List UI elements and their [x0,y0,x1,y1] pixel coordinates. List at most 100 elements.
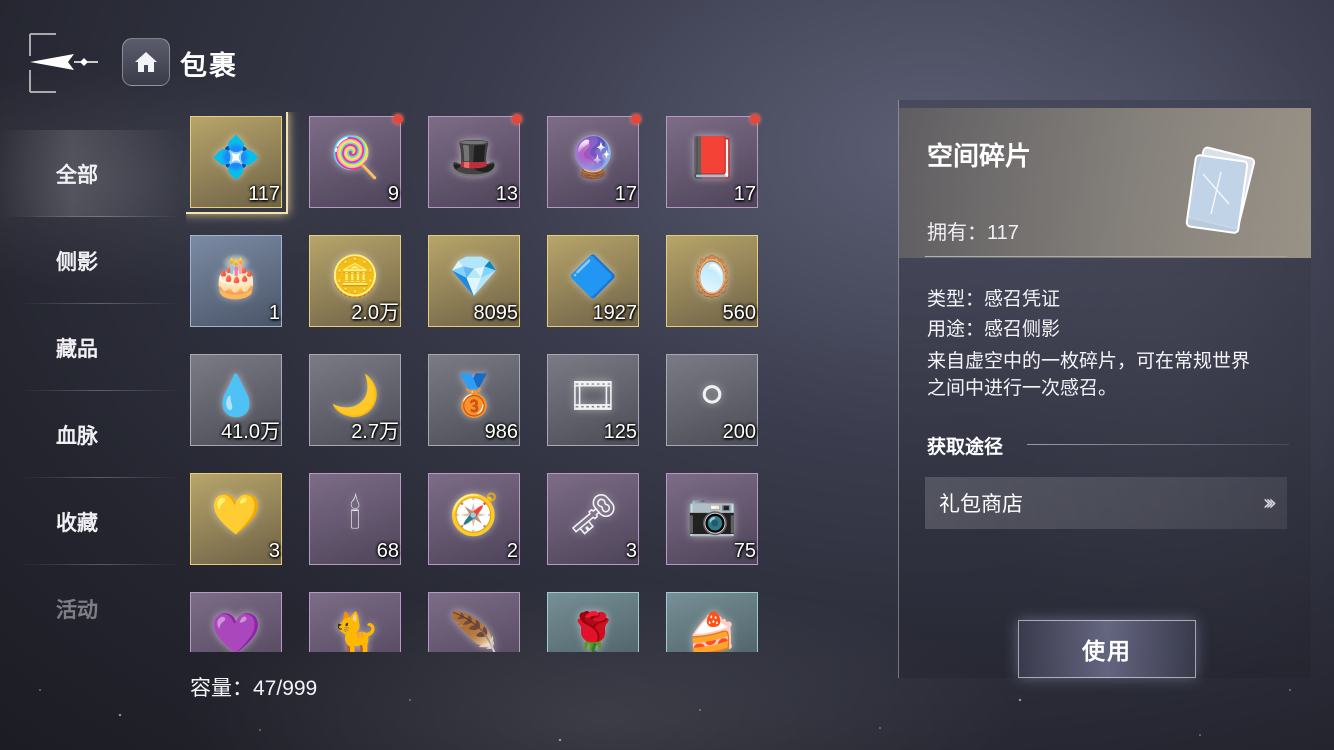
inventory-item[interactable]: 🎩 13 [424,112,524,212]
item-quantity: 17 [614,183,637,205]
use-button-label: 使用 [1082,638,1132,665]
item-quantity: 13 [495,183,518,205]
item-quantity: 117 [248,183,280,205]
inventory-item[interactable]: 📕 17 [662,112,762,212]
tab-silhouette[interactable]: 侧影 [0,217,180,304]
inventory-item[interactable]: 💎 8095 [424,231,524,331]
tab-label: 血脉 [56,422,98,448]
item-usage: 用途：感召侧影 [927,319,1061,340]
inventory-item[interactable]: ⚪ 200 [662,350,762,450]
item-icon: 💎 [449,254,499,300]
inventory-item[interactable]: 🪞 560 [662,231,762,331]
inventory-item[interactable]: 🌹 [543,588,643,652]
inventory-item[interactable]: 🗝 3 [543,469,643,569]
category-tabs: 全部 侧影 藏品 血脉 收藏 活动 [0,130,180,652]
item-icon: 🪶 [449,611,499,652]
item-icon: 🗝 [567,492,619,538]
tab-label: 全部 [56,161,98,187]
inventory-item[interactable]: 🌙 2.7万 [305,350,405,450]
inventory-item[interactable]: 💜 [186,588,286,652]
item-quantity: 68 [376,540,399,562]
item-icon: ⚪ [695,373,729,419]
use-button[interactable]: 使用 [1018,620,1196,678]
item-icon: 📷 [687,492,737,538]
item-icon: 🎂 [211,254,261,300]
inventory-item[interactable]: 🥉 986 [424,350,524,450]
item-icon: 🔮 [568,135,618,181]
inventory-item[interactable]: 🔮 17 [543,112,643,212]
inventory-grid[interactable]: 💠 117 🍭 9 🎩 13 🔮 17 📕 17 🎂 1 🪙 2.0万 💎 8095 🔷 1927 🪞 560 💧 41.… [186,112,776,652]
item-quantity: 17 [733,183,756,205]
inventory-item[interactable]: 🎞 125 [543,350,643,450]
source-title: 获取途径 [927,437,1004,458]
back-button[interactable] [22,28,102,98]
item-quantity: 986 [484,421,518,443]
inventory-item[interactable]: 🪙 2.0万 [305,231,405,331]
item-name: 空间碎片 [927,142,1032,172]
inventory-item[interactable]: 💧 41.0万 [186,350,286,450]
new-notification-dot [631,114,641,124]
item-quantity: 125 [603,421,637,443]
divider [925,256,1287,257]
item-quantity: 75 [733,540,756,562]
item-quantity: 8095 [473,302,519,324]
item-quantity: 2.0万 [351,302,399,324]
tab-label: 藏品 [56,335,98,361]
item-icon: 🕯 [349,492,361,538]
home-button[interactable] [122,38,170,86]
tab-collectibles[interactable]: 藏品 [0,304,180,391]
item-type: 类型：感召凭证 [927,289,1061,310]
inventory-item[interactable]: 🪶 [424,588,524,652]
item-icon: 📕 [687,135,737,181]
item-icon: 🍰 [687,611,737,652]
item-icon: 🌹 [568,611,618,652]
new-notification-dot [512,114,522,124]
tab-label: 活动 [56,596,98,622]
tab-events[interactable]: 活动 [0,565,180,652]
tab-all[interactable]: 全部 [0,130,180,217]
tab-label: 收藏 [56,509,98,535]
item-quantity: 3 [625,540,637,562]
item-icon: 🧭 [449,492,499,538]
item-quantity: 200 [722,421,756,443]
inventory-item[interactable]: 🍰 [662,588,762,652]
item-quantity: 560 [722,302,756,324]
item-icon: 🎞 [567,373,619,419]
new-notification-dot [750,114,760,124]
item-quantity: 9 [387,183,399,205]
inventory-item[interactable]: 🧭 2 [424,469,524,569]
item-quantity: 41.0万 [221,421,280,443]
source-item-label: 礼包商店 [939,493,1023,516]
inventory-item[interactable]: 💛 3 [186,469,286,569]
inventory-item[interactable]: 🎂 1 [186,231,286,331]
double-chevron-right-icon: ››› [1262,490,1278,516]
tab-favorites[interactable]: 收藏 [0,478,180,565]
item-quantity: 2.7万 [351,421,399,443]
tab-bloodline[interactable]: 血脉 [0,391,180,478]
item-icon: 🎩 [449,135,499,181]
item-icon: 🪞 [687,254,737,300]
inventory-item[interactable]: 🕯 68 [305,469,405,569]
new-notification-dot [393,114,403,124]
inventory-item[interactable]: 🔷 1927 [543,231,643,331]
item-icon: 💧 [211,373,261,419]
capacity-label: 容量：47/999 [190,677,318,700]
inventory-item[interactable]: 🐈 [305,588,405,652]
inventory-item[interactable]: 💠 117 [186,112,288,214]
back-arrow-icon [29,33,98,93]
home-icon [135,52,157,72]
inventory-item[interactable]: 📷 75 [662,469,762,569]
item-icon: 🔷 [568,254,618,300]
item-icon: 💠 [211,135,261,181]
divider [1027,444,1289,445]
item-description: 来自虚空中的一枚碎片，可在常规世界之间中进行一次感召。 [927,351,1251,399]
item-icon: 💛 [211,492,261,538]
item-owned-count: 拥有：117 [927,222,1019,244]
space-fragment-icon [1185,146,1256,234]
source-gift-shop-link[interactable]: 礼包商店 ››› [925,477,1287,529]
page-title: 包裹 [180,51,238,82]
item-detail-panel: 空间碎片 拥有：117 类型：感召凭证 用途：感召侧影 来自虚空中的一枚碎片，可… [898,100,1311,678]
item-quantity: 2 [506,540,518,562]
inventory-item[interactable]: 🍭 9 [305,112,405,212]
item-icon: 🌙 [330,373,380,419]
